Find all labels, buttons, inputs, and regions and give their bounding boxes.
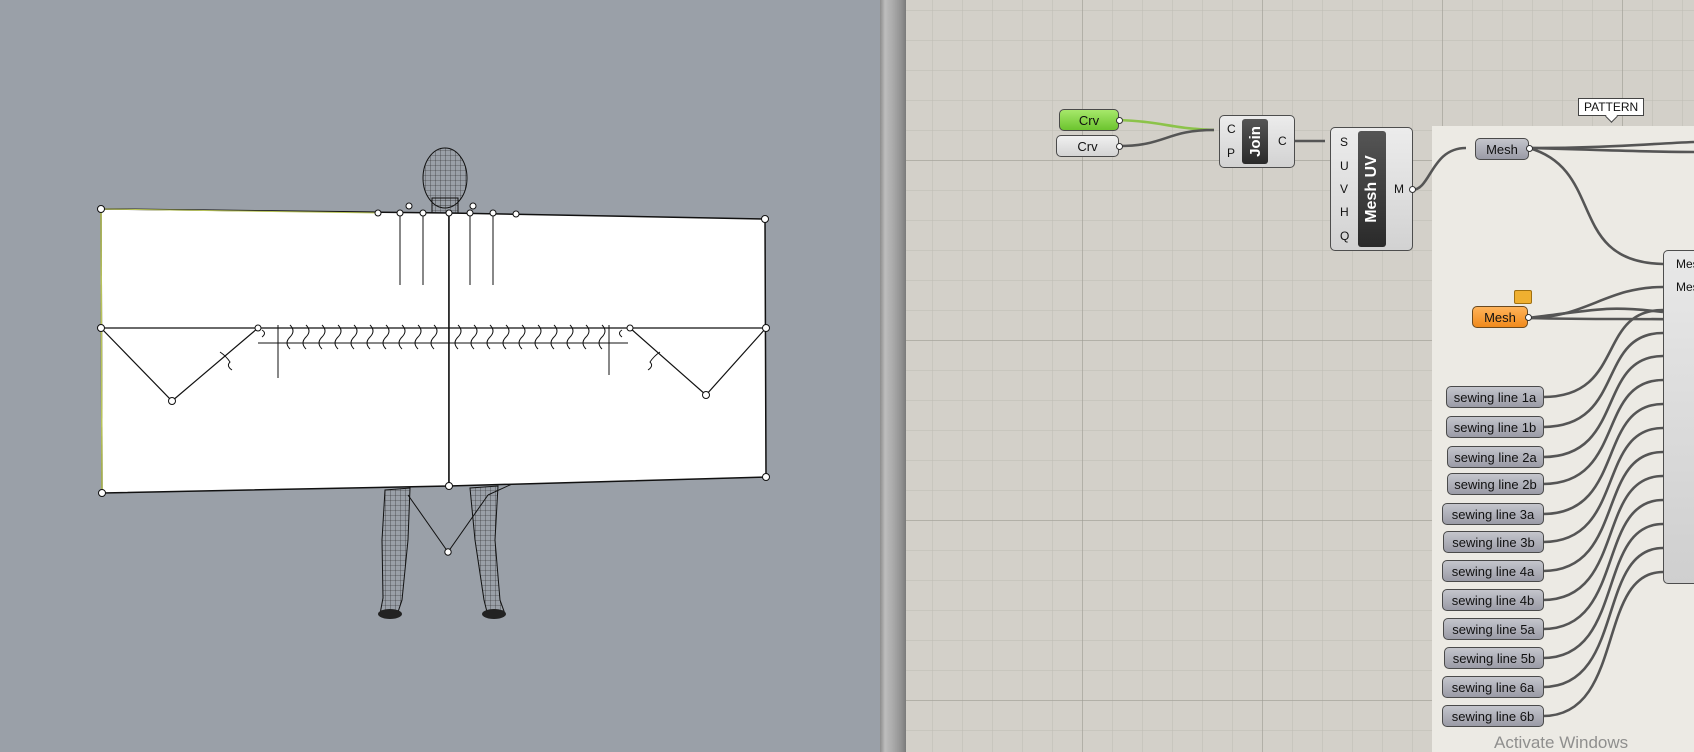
sewing-line-4b-param[interactable]: sewing line 4b — [1442, 589, 1544, 611]
activate-windows-watermark: Activate Windows — [1494, 733, 1629, 752]
mesh-param-2[interactable]: Mesh — [1472, 306, 1528, 328]
join-input-p[interactable]: P — [1227, 146, 1235, 160]
rhino-viewport[interactable] — [0, 0, 880, 752]
mesh-uv-input-h[interactable]: H — [1340, 205, 1349, 219]
mesh-param-2-label: Mesh — [1484, 309, 1516, 325]
mesh-param-1-label: Mesh — [1486, 141, 1518, 157]
sewing-line-5b-param[interactable]: sewing line 5b — [1444, 647, 1544, 669]
mesh-1-output-grip[interactable] — [1526, 145, 1533, 152]
crv-param-1-label: Crv — [1078, 112, 1100, 128]
crv-2-output-grip[interactable] — [1116, 143, 1123, 150]
merge-input-1[interactable]: Mes — [1676, 257, 1694, 271]
sewing-line-2a-param[interactable]: sewing line 2a — [1447, 446, 1544, 468]
crv-param-2-label: Crv — [1077, 138, 1098, 154]
sewing-line-1a-param[interactable]: sewing line 1a — [1446, 386, 1544, 408]
mesh-uv-input-q[interactable]: Q — [1340, 229, 1349, 243]
sewing-line-3a-param[interactable]: sewing line 3a — [1442, 503, 1544, 525]
sewing-line-6b-param[interactable]: sewing line 6b — [1442, 705, 1544, 727]
wires — [1118, 118, 1694, 718]
mesh-uv-component[interactable]: S U V H Q Mesh UV M — [1330, 127, 1413, 251]
mesh-param-1[interactable]: Mesh — [1475, 138, 1529, 160]
mesh-uv-input-u[interactable]: U — [1340, 159, 1349, 173]
viewport-scene — [97, 147, 770, 619]
join-output-c[interactable]: C — [1278, 134, 1287, 148]
join-input-c[interactable]: C — [1227, 122, 1236, 136]
crv-param-1[interactable]: Crv — [1059, 109, 1119, 131]
sewing-line-3b-param[interactable]: sewing line 3b — [1443, 531, 1544, 553]
mesh-uv-core: Mesh UV — [1358, 131, 1386, 247]
crv-param-2[interactable]: Crv — [1056, 135, 1119, 157]
mesh-2-output-grip[interactable] — [1525, 314, 1532, 321]
crv-1-output-grip[interactable] — [1116, 117, 1123, 124]
mesh-uv-output-m[interactable]: M — [1394, 182, 1404, 196]
sewing-line-6a-param[interactable]: sewing line 6a — [1442, 676, 1544, 698]
sewing-line-5a-param[interactable]: sewing line 5a — [1443, 618, 1544, 640]
mesh-uv-input-s[interactable]: S — [1340, 135, 1348, 149]
mesh-uv-input-v[interactable]: V — [1340, 182, 1348, 196]
merge-component[interactable]: Mes Mes — [1663, 250, 1694, 584]
sewing-line-1b-param[interactable]: sewing line 1b — [1446, 416, 1544, 438]
sewing-line-2b-param[interactable]: sewing line 2b — [1447, 473, 1544, 495]
sewing-line-4a-param[interactable]: sewing line 4a — [1442, 560, 1544, 582]
pane-splitter[interactable] — [880, 0, 906, 752]
join-core: Join — [1242, 119, 1268, 164]
pattern-panels[interactable] — [97, 202, 770, 497]
mesh-uv-output-grip[interactable] — [1409, 186, 1416, 193]
grasshopper-canvas[interactable]: PATTERN Crv Crv C P Join C S U V H Q Mes… — [906, 0, 1694, 752]
join-component[interactable]: C P Join C — [1219, 115, 1295, 168]
merge-input-2[interactable]: Mes — [1676, 280, 1694, 294]
notification-balloon-icon[interactable] — [1514, 290, 1532, 304]
